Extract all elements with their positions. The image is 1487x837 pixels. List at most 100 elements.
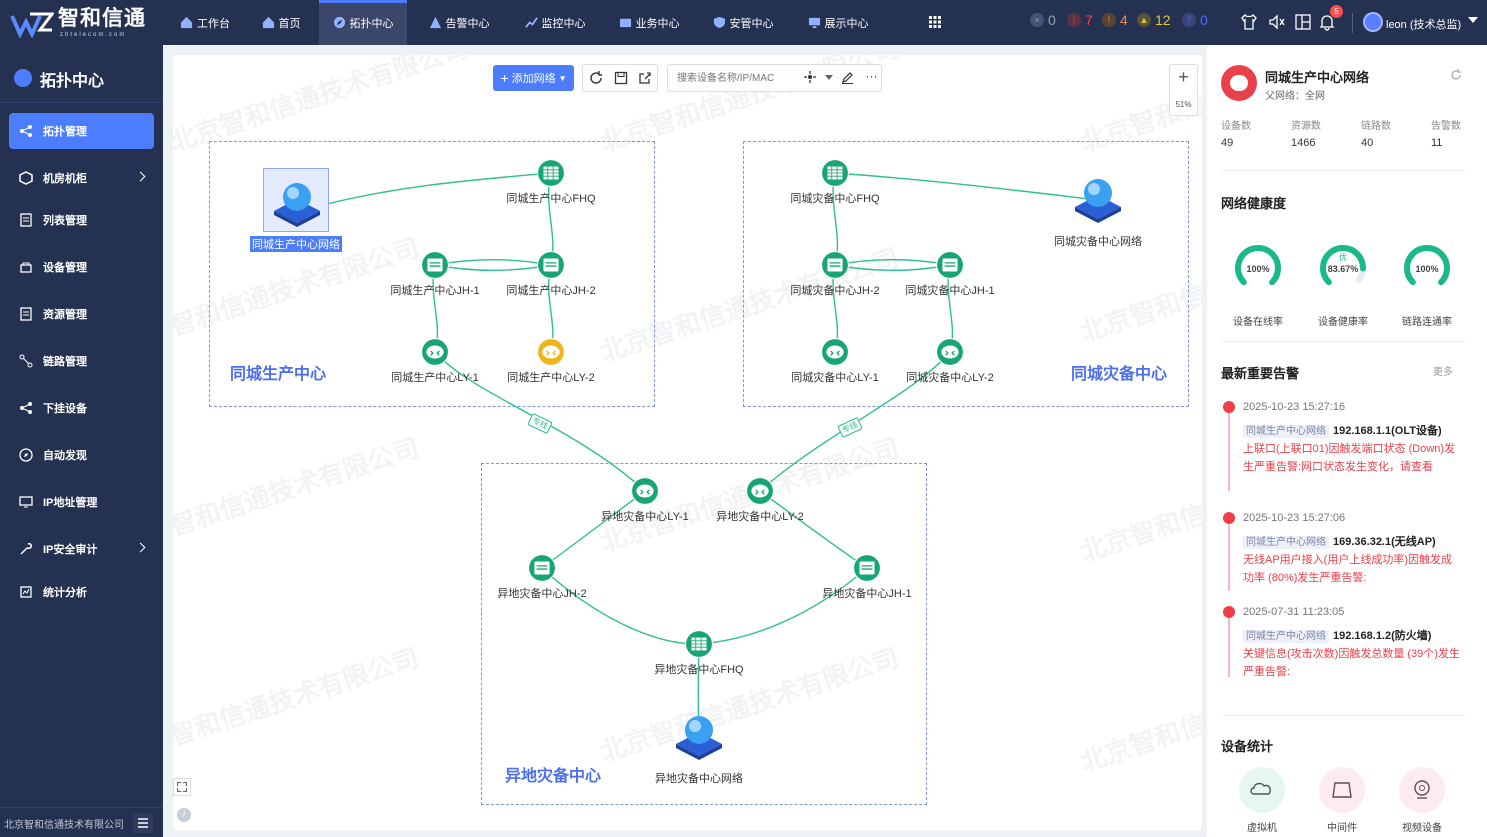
caret-down-icon[interactable] xyxy=(825,75,833,80)
minor-dot-icon: ▲ xyxy=(1137,13,1151,27)
sidebar-item-device[interactable]: 设备管理 xyxy=(9,249,154,285)
mute-icon[interactable] xyxy=(1268,13,1286,31)
alarm-time: 2025-10-23 15:27:16 xyxy=(1243,401,1346,413)
alarm-time: 2025-10-23 15:27:06 xyxy=(1243,512,1346,524)
avatar[interactable] xyxy=(1363,12,1383,32)
network-cloud-icon xyxy=(666,702,732,766)
export-icon[interactable] xyxy=(638,71,652,85)
sidebar-item-list[interactable]: 列表管理 xyxy=(9,202,154,238)
sidebar-item-topology-manage[interactable]: 拓扑管理 xyxy=(9,113,154,149)
alarm-message[interactable]: 无线AP用户接入(用户上线成功率)因触发成功率 (80%)发生严重告警: xyxy=(1243,551,1461,587)
stat-value[interactable]: 49 xyxy=(1221,137,1233,149)
more-link[interactable]: 更多 xyxy=(1433,363,1453,378)
add-network-button[interactable]: + 添加网络 ▼ xyxy=(493,65,574,91)
skin-shirt-icon[interactable] xyxy=(1240,13,1258,31)
link xyxy=(698,567,868,645)
sidebar-item-stats[interactable]: 统计分析 xyxy=(9,574,154,610)
major-dot-icon: ! xyxy=(1102,13,1116,27)
sidebar-item-ip-manage[interactable]: IP地址管理 xyxy=(9,484,154,520)
link xyxy=(759,490,868,569)
info-dot-icon: ? xyxy=(1182,13,1196,27)
nav-topology[interactable]: 拓扑中心 xyxy=(319,0,407,45)
video-stat-icon[interactable] xyxy=(1399,767,1445,813)
sidebar-item-link[interactable]: 链路管理 xyxy=(9,343,154,379)
nav-monitor[interactable]: 监控中心 xyxy=(512,0,598,45)
stat-value[interactable]: 40 xyxy=(1361,137,1373,149)
alarm-source[interactable]: 同城生产中心网络 169.36.32.1(无线AP) xyxy=(1243,533,1436,549)
counter-major[interactable]: ! 4 xyxy=(1102,12,1128,28)
node-label: 同城灾备中心FHQ xyxy=(790,193,880,205)
sidebar-item-discovery[interactable]: 自动发现 xyxy=(9,437,154,473)
alarm-source[interactable]: 同城生产中心网络 192.168.1.1(OLT设备) xyxy=(1243,422,1442,438)
refresh-icon[interactable] xyxy=(589,71,603,85)
plus-icon: + xyxy=(500,70,509,86)
vm-stat-icon[interactable] xyxy=(1239,767,1285,813)
counter-critical[interactable]: ! 7 xyxy=(1067,12,1093,28)
sidebar-item-ip-audit[interactable]: IP安全审计 xyxy=(9,531,154,567)
refresh-icon[interactable] xyxy=(1450,69,1462,81)
network-cloud-icon xyxy=(1065,165,1131,229)
alarm-message[interactable]: 关键信息(攻击次数)因触发总数量 (39个)发生严重告警: xyxy=(1243,645,1461,681)
counter-unknown[interactable]: × 0 xyxy=(1030,12,1056,28)
sidebar-item-rack[interactable]: 机房机柜 xyxy=(9,160,154,196)
home-icon xyxy=(262,16,274,29)
nav-home[interactable]: 首页 xyxy=(251,0,311,45)
home-icon xyxy=(180,16,193,29)
nav-security[interactable]: 安管中心 xyxy=(700,0,786,45)
timeline-line xyxy=(1228,523,1230,591)
locate-icon[interactable] xyxy=(804,71,816,83)
node-label: 异地灾备中心网络 xyxy=(655,773,743,785)
wrench-icon xyxy=(20,543,32,555)
save-icon[interactable] xyxy=(614,71,628,85)
gauge-grade: 优 xyxy=(1339,252,1347,262)
node-label: 同城灾备中心网络 xyxy=(1054,236,1142,248)
sidebar-item-resource[interactable]: 资源管理 xyxy=(9,296,154,332)
nav-business[interactable]: 业务中心 xyxy=(606,0,692,45)
layout-icon[interactable] xyxy=(1294,13,1312,31)
chevron-down-icon[interactable] xyxy=(1468,17,1478,23)
stat-label: 视频设备 xyxy=(1402,823,1442,834)
topology-icon xyxy=(20,125,32,137)
monitor-icon xyxy=(19,496,33,508)
chart-icon xyxy=(524,17,538,28)
sidebar-item-attached[interactable]: 下挂设备 xyxy=(9,390,154,426)
apps-grid-icon[interactable] xyxy=(929,16,941,28)
cube-icon xyxy=(19,171,33,185)
link xyxy=(541,567,700,645)
chevron-right-icon xyxy=(135,542,146,553)
firewall-icon xyxy=(685,630,713,658)
network-icon xyxy=(1221,65,1257,101)
topology-canvas[interactable]: 北京智和信通技术有限公司 北京智和信通技术有限公司 北京智和信通技术有限公司 北… xyxy=(173,55,1202,830)
info-icon[interactable]: i xyxy=(177,808,191,822)
edit-icon[interactable] xyxy=(841,71,854,84)
menu-collapse-icon[interactable] xyxy=(133,813,153,833)
user-name[interactable]: leon (技术总监) xyxy=(1386,16,1461,32)
fullscreen-icon[interactable] xyxy=(173,778,191,796)
stat-label: 资源数 xyxy=(1291,121,1321,132)
nav-display[interactable]: 展示中心 xyxy=(795,0,881,45)
counter-info[interactable]: ? 0 xyxy=(1182,12,1208,28)
counter-minor[interactable]: ▲ 12 xyxy=(1137,12,1171,28)
stat-label: 中间件 xyxy=(1327,823,1357,834)
alarm-ip: 192.168.1.1(OLT设备) xyxy=(1333,425,1442,437)
alarm-ip: 169.36.32.1(无线AP) xyxy=(1333,536,1436,548)
gauge-label: 链路连通率 xyxy=(1402,317,1452,328)
middleware-stat-icon[interactable] xyxy=(1319,767,1365,813)
zoom-in-button[interactable]: + xyxy=(1170,67,1197,88)
compass-icon xyxy=(333,16,345,29)
more-icon[interactable]: ··· xyxy=(861,64,882,92)
alarm-network-tag: 同城生产中心网络 xyxy=(1243,425,1329,438)
nav-workbench[interactable]: 工作台 xyxy=(170,0,240,45)
router-icon xyxy=(936,338,964,366)
link xyxy=(434,259,552,266)
node-label: 异地灾备中心JH-1 xyxy=(822,588,912,600)
stat-value[interactable]: 1466 xyxy=(1291,137,1315,149)
sidebar-title: 拓扑中心 xyxy=(40,73,105,90)
sidebar-footer: 北京智和信通技术有限公司 xyxy=(0,807,163,837)
nav-alarm[interactable]: 告警中心 xyxy=(416,0,502,45)
shield-icon xyxy=(713,16,725,29)
alarm-source[interactable]: 同城生产中心网络 192.168.1.2(防火墙) xyxy=(1243,627,1431,643)
alarm-message[interactable]: 上联口(上联口01)因触发端口状态 (Down)发生严重告警:网口状态发生变化，… xyxy=(1243,440,1461,476)
brand-logo[interactable]: 智和信通 zhtelecom.com xyxy=(10,6,158,40)
stat-value[interactable]: 11 xyxy=(1431,137,1442,149)
